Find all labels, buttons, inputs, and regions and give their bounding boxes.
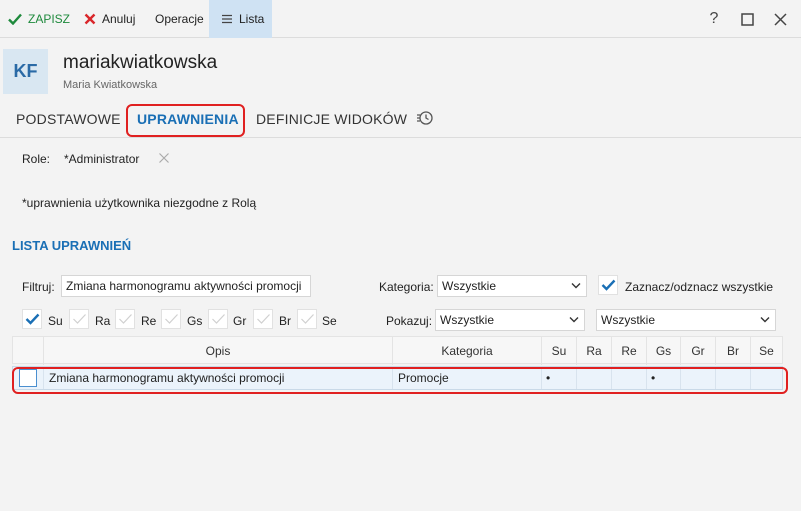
history-clock-icon <box>417 111 433 125</box>
save-label: ZAPISZ <box>28 12 71 26</box>
show-select-secondary[interactable]: Wszystkie <box>596 309 776 331</box>
chevron-down-icon <box>571 283 581 289</box>
show-select[interactable]: Wszystkie <box>435 309 585 331</box>
column-header-re[interactable]: Re <box>611 337 646 365</box>
category-select[interactable]: Wszystkie <box>437 275 587 297</box>
maximize-button[interactable] <box>735 0 759 38</box>
clear-role-button[interactable] <box>158 152 170 167</box>
day-toggle-br[interactable] <box>253 309 273 329</box>
toolbar: ZAPISZ Anuluj Operacje Lista ? <box>0 0 801 38</box>
checkmark-icon <box>8 13 22 25</box>
maximize-icon <box>740 12 754 26</box>
roles-label: Role: <box>22 152 51 166</box>
day-toggle-ra[interactable] <box>69 309 89 329</box>
day-toggle-label: Gs <box>187 314 203 328</box>
close-icon <box>84 13 96 25</box>
day-toggle-gr[interactable] <box>208 309 228 329</box>
checkmark-icon <box>300 314 314 324</box>
filter-label: Filtruj: <box>22 280 55 294</box>
cancel-button[interactable]: Anuluj <box>84 0 135 38</box>
tab-basic[interactable]: PODSTAWOWE <box>16 111 121 127</box>
chevron-down-icon <box>569 317 579 323</box>
active-tab-highlight <box>126 104 245 137</box>
column-header-se[interactable]: Se <box>750 337 782 365</box>
checkmark-icon <box>256 314 270 324</box>
day-toggle-label: Se <box>322 314 337 328</box>
save-button[interactable]: ZAPISZ <box>8 0 70 38</box>
column-header-su[interactable]: Su <box>541 337 576 365</box>
user-header: KF mariakwiatkowska Maria Kwiatkowska <box>0 38 801 102</box>
hamburger-icon <box>222 14 232 24</box>
cancel-label: Anuluj <box>102 12 136 26</box>
filter-input[interactable]: Zmiana harmonogramu aktywności promocji <box>61 275 311 297</box>
operations-button[interactable]: Operacje <box>155 0 204 38</box>
user-login: mariakwiatkowska <box>63 52 218 73</box>
row-highlight <box>12 367 788 394</box>
checkmark-icon <box>72 314 86 324</box>
checkmark-icon <box>118 314 132 324</box>
day-toggle-label: Gr <box>233 314 247 328</box>
day-toggle-se[interactable] <box>297 309 317 329</box>
tab-history[interactable] <box>416 110 434 129</box>
list-label: Lista <box>239 12 265 26</box>
help-button[interactable]: ? <box>702 0 726 38</box>
day-toggle-label: Br <box>279 314 291 328</box>
column-header-br[interactable]: Br <box>715 337 750 365</box>
day-toggle-label: Ra <box>95 314 111 328</box>
day-toggle-su[interactable] <box>22 309 42 329</box>
chevron-down-icon <box>760 317 770 323</box>
day-toggle-gs[interactable] <box>161 309 181 329</box>
category-select-value: Wszystkie <box>442 279 496 293</box>
checkmark-icon <box>601 279 615 291</box>
operations-label: Operacje <box>155 12 204 26</box>
permissions-note: *uprawnienia użytkownika niezgodne z Rol… <box>22 196 257 210</box>
checkmark-icon <box>164 314 178 324</box>
day-toggle-re[interactable] <box>115 309 135 329</box>
table-header: Opis Kategoria Su Ra Re Gs Gr Br Se <box>12 336 783 365</box>
category-label: Kategoria: <box>379 280 434 294</box>
show-select-value: Wszystkie <box>440 313 494 327</box>
column-header-gs[interactable]: Gs <box>646 337 680 365</box>
avatar: KF <box>3 49 48 94</box>
day-toggle-label: Su <box>48 314 63 328</box>
close-window-button[interactable] <box>768 0 792 38</box>
column-header-ra[interactable]: Ra <box>576 337 611 365</box>
role-value: *Administrator <box>64 152 140 166</box>
close-icon <box>773 12 787 26</box>
column-header-category[interactable]: Kategoria <box>392 337 541 365</box>
permissions-panel: Role: *Administrator *uprawnienia użytko… <box>0 138 801 511</box>
tab-view-definitions[interactable]: DEFINICJE WIDOKÓW <box>256 111 407 127</box>
show-label: Pokazuj: <box>386 314 433 328</box>
select-all-checkbox[interactable] <box>598 275 618 295</box>
close-icon <box>159 153 169 163</box>
checkmark-icon <box>25 313 39 325</box>
checkmark-icon <box>211 314 225 324</box>
user-full-name: Maria Kwiatkowska <box>63 79 158 91</box>
column-header-description[interactable]: Opis <box>43 337 392 365</box>
section-title: LISTA UPRAWNIEŃ <box>12 238 132 253</box>
list-button[interactable]: Lista <box>209 0 272 38</box>
select-all-label: Zaznacz/odznacz wszystkie <box>625 280 774 294</box>
help-icon: ? <box>709 10 719 27</box>
tab-bar: PODSTAWOWE UPRAWNIENIA DEFINICJE WIDOKÓW <box>0 102 801 138</box>
day-toggle-label: Re <box>141 314 157 328</box>
column-header-gr[interactable]: Gr <box>680 337 715 365</box>
show-select-secondary-value: Wszystkie <box>601 313 655 327</box>
